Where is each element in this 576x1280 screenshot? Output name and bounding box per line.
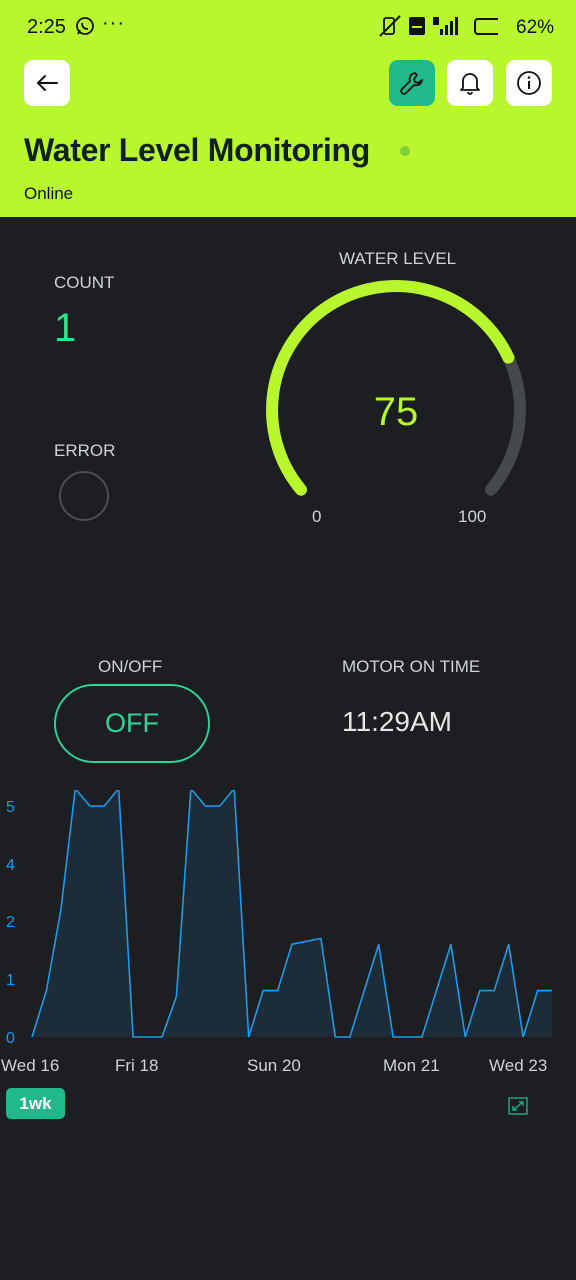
x-tick-label: Mon 21 — [383, 1056, 440, 1075]
info-button[interactable] — [506, 60, 552, 106]
gauge-fill — [266, 280, 515, 496]
signal-icon — [433, 17, 458, 35]
motor-time-label: MOTOR ON TIME — [342, 657, 481, 676]
range-1wk-button[interactable]: 1wk — [6, 1088, 65, 1119]
online-indicator — [400, 146, 410, 156]
vibrate-off-icon — [379, 15, 401, 37]
count-label: COUNT — [54, 273, 115, 292]
expand-icon[interactable] — [508, 1097, 528, 1115]
page-title: Water Level Monitoring — [24, 132, 371, 168]
y-tick-label: 1 — [6, 972, 15, 989]
volte-icon — [409, 17, 425, 35]
header-bar: 2:25 ··· 62% Water Level Monitoring Onli… — [0, 0, 576, 217]
device-status: Online — [24, 184, 74, 203]
battery-percent: 62% — [516, 17, 555, 38]
chart-area-fill — [32, 790, 552, 1037]
motor-time-value: 11:29AM — [342, 706, 452, 737]
on-off-toggle-button[interactable]: OFF — [54, 684, 210, 763]
y-tick-label: 4 — [6, 857, 15, 874]
status-bar: 2:25 ··· 62% — [0, 0, 576, 56]
y-tick-label: 5 — [6, 799, 15, 816]
x-tick-label: Wed 16 — [1, 1056, 60, 1075]
notifications-button[interactable] — [447, 60, 493, 106]
battery-icon — [474, 18, 498, 35]
error-label: ERROR — [54, 441, 116, 460]
count-value: 1 — [54, 306, 77, 350]
gauge-max: 100 — [458, 507, 487, 526]
x-tick-label: Fri 18 — [115, 1056, 159, 1075]
system-status-icons — [379, 15, 498, 37]
gauge-label: WATER LEVEL — [339, 249, 457, 268]
y-tick-label: 2 — [6, 914, 15, 931]
switch-label: ON/OFF — [98, 657, 163, 676]
wrench-icon — [400, 72, 423, 95]
gauge-min: 0 — [312, 507, 322, 526]
water-level-chart[interactable]: 5 4 2 1 0 — [0, 790, 576, 1050]
status-time: 2:25 — [27, 16, 66, 38]
x-tick-label: Wed 23 — [489, 1056, 548, 1075]
more-notifications-icon: ··· — [102, 12, 125, 34]
back-button[interactable] — [24, 60, 70, 106]
y-tick-label: 0 — [6, 1030, 15, 1047]
gauge-value: 75 — [373, 390, 419, 434]
whatsapp-icon — [76, 17, 94, 35]
settings-wrench-button[interactable] — [389, 60, 435, 106]
arrow-left-icon — [37, 75, 58, 91]
x-tick-label: Sun 20 — [247, 1056, 301, 1075]
error-led-indicator — [59, 471, 109, 521]
info-icon — [517, 71, 541, 95]
bell-icon — [460, 73, 480, 95]
